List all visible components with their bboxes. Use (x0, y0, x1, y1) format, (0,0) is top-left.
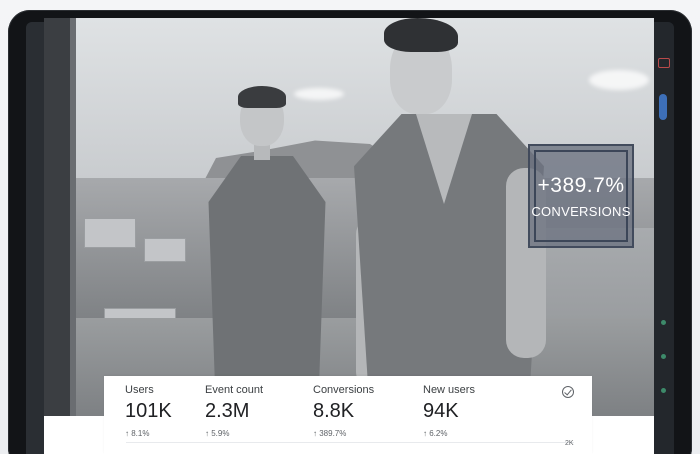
metric-new-users[interactable]: New users 94K ↑ 6.2% (423, 384, 475, 438)
callout-label: CONVERSIONS (531, 204, 631, 219)
metric-conversions[interactable]: Conversions 8.8K ↑ 389.7% (313, 384, 374, 438)
window-frame (44, 18, 70, 418)
window-frame-edge (70, 18, 76, 418)
metric-value: 94K (423, 400, 459, 422)
status-dot (661, 354, 666, 359)
metric-event-count[interactable]: Event count 2.3M ↑ 5.9% (205, 384, 263, 438)
metric-label: New users (423, 384, 475, 396)
status-dot (661, 320, 666, 325)
chart-gridline (126, 442, 574, 443)
chart-y-tick: 2K (565, 440, 574, 447)
building (84, 218, 136, 248)
metric-change: ↑ 6.2% (423, 429, 448, 438)
rail-indicator (659, 94, 667, 120)
metric-value: 8.8K (313, 400, 355, 422)
cloud (294, 88, 344, 100)
model-man-hair (384, 18, 458, 52)
metric-value: 2.3M (205, 400, 250, 422)
check-circle-icon[interactable] (562, 386, 574, 398)
metric-label: Event count (205, 384, 264, 396)
metric-change: ↑ 5.9% (205, 429, 230, 438)
metric-users[interactable]: Users 101K ↑ 8.1% (125, 384, 172, 438)
metric-change: ↑ 389.7% (313, 429, 347, 438)
model-woman-hair (238, 86, 286, 108)
metric-label: Conversions (313, 384, 375, 396)
marketing-stage: +389.7% CONVERSIONS Users 101K ↑ 8.1% Ev… (0, 0, 700, 454)
app-right-rail (654, 22, 674, 454)
conversions-callout: +389.7% CONVERSIONS (528, 144, 634, 248)
cloud (589, 70, 649, 90)
metric-change: ↑ 8.1% (125, 429, 150, 438)
callout-value: +389.7% (537, 174, 625, 197)
status-dot (661, 388, 666, 393)
metric-value: 101K (125, 400, 172, 422)
metric-label: Users (125, 384, 154, 396)
model-woman-outfit (208, 156, 326, 386)
building (144, 238, 186, 262)
notification-icon (658, 58, 670, 68)
